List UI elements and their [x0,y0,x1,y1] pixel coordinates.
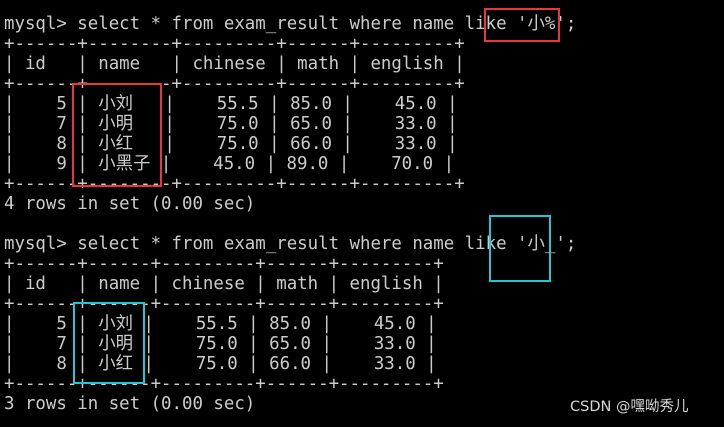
terminal-window[interactable]: mysql> select * from exam_result where n… [0,0,724,427]
table-2-row: | 5 | 小刘 | 55.5 | 85.0 | 45.0 | [4,314,437,334]
table-2-border-top: +------+------+---------+------+--------… [4,254,444,274]
watermark-text: CSDN @嘿呦秀儿 [570,399,689,415]
table-1-header-row: | id | name | chinese | math | english | [4,54,465,74]
table-2-row: | 8 | 小红 | 75.0 | 66.0 | 33.0 | [4,354,437,374]
table-2-header-row: | id | name | chinese | math | english | [4,274,444,294]
name-column-highlight-box-1 [72,83,162,187]
pattern-highlight-box-2 [489,215,551,282]
table-2-row: | 7 | 小明 | 75.0 | 65.0 | 33.0 | [4,334,437,354]
result-2-summary: 3 rows in set (0.00 sec) [4,394,256,414]
pattern-highlight-box-1 [484,8,560,42]
table-1-border-top: +------+--------+---------+------+------… [4,34,465,54]
result-1-summary: 4 rows in set (0.00 sec) [4,194,256,214]
name-column-highlight-box-2 [73,302,145,384]
table-2-border-bottom: +------+------+---------+------+--------… [4,374,444,394]
table-2-border-mid: +------+------+---------+------+--------… [4,294,444,314]
